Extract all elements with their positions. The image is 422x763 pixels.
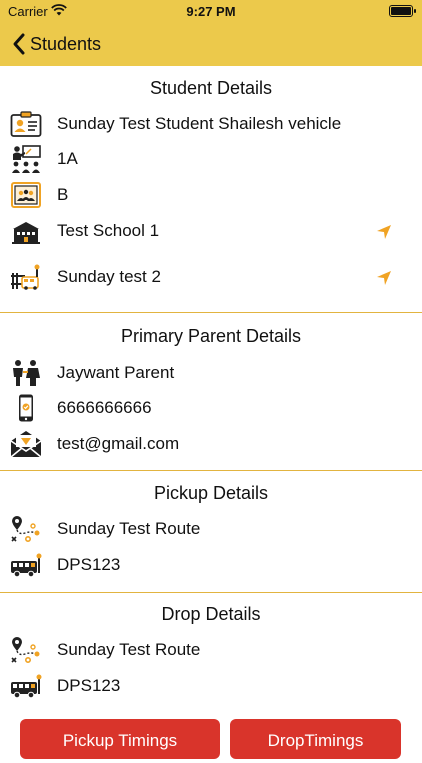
drop-details-title: Drop Details <box>161 604 261 624</box>
parent-phone-row: 6666666666 <box>0 392 422 424</box>
student-section: B <box>57 185 69 204</box>
bus-icon <box>11 674 42 699</box>
divider <box>0 312 422 313</box>
parent-email-row: test@gmail.com <box>0 428 422 460</box>
parent-phone: 6666666666 <box>57 398 152 417</box>
student-name: Sunday Test Student Shailesh vehicle <box>57 114 342 133</box>
student-details-title: Student Details <box>149 78 273 98</box>
teacher-class-icon <box>12 145 41 173</box>
student-section-row: B <box>0 179 422 211</box>
divider <box>0 470 422 471</box>
drop-timings-button[interactable]: DropTimings <box>230 719 401 759</box>
parents-icon <box>13 360 40 386</box>
student-class: 1A <box>57 149 78 168</box>
mobile-phone-icon <box>19 394 33 422</box>
parent-details-title: Primary Parent Details <box>120 326 302 346</box>
stop-row: Sunday test 2 <box>0 261 422 293</box>
parent-name: Jaywant Parent <box>57 363 175 382</box>
drop-route: Sunday Test Route <box>57 640 201 659</box>
school-name: Test School 1 <box>57 221 160 240</box>
school-row: Test School 1 <box>0 215 422 247</box>
back-label: Students <box>30 33 102 54</box>
status-bar: Carrier 9:27 PM <box>0 0 422 22</box>
location-arrow-icon[interactable] <box>376 270 392 286</box>
drop-vehicle: DPS123 <box>57 676 121 695</box>
bus-icon <box>11 553 42 578</box>
divider <box>0 592 422 593</box>
back-button[interactable]: Students <box>10 31 101 57</box>
drop-vehicle-row: DPS123 <box>0 670 422 702</box>
chevron-left-icon <box>13 33 25 55</box>
classroom-icon <box>11 182 41 208</box>
route-icon <box>11 637 40 663</box>
clock: 9:27 PM <box>186 4 236 19</box>
pickup-vehicle-row: DPS123 <box>0 549 422 581</box>
pickup-route-row: Sunday Test Route <box>0 513 422 545</box>
drop-route-row: Sunday Test Route <box>0 634 422 666</box>
battery-icon <box>389 5 416 17</box>
pickup-route: Sunday Test Route <box>57 519 201 538</box>
student-name-row: Sunday Test Student Shailesh vehicle <box>0 108 422 140</box>
pickup-details-title: Pickup Details <box>153 483 269 503</box>
location-arrow-icon[interactable] <box>376 224 392 240</box>
route-icon <box>11 516 40 542</box>
student-class-row: 1A <box>0 143 422 175</box>
id-card-icon <box>10 111 42 137</box>
parent-name-row: Jaywant Parent <box>0 357 422 389</box>
pickup-timings-button[interactable]: Pickup Timings <box>20 719 220 759</box>
pickup-vehicle: DPS123 <box>57 555 121 574</box>
navigation-bar: Carrier 9:27 PM Students <box>0 0 422 66</box>
school-building-icon <box>12 222 40 244</box>
stop-name: Sunday test 2 <box>57 267 161 286</box>
bus-stop-icon <box>11 264 40 290</box>
parent-email: test@gmail.com <box>57 434 180 453</box>
email-icon <box>10 431 42 458</box>
